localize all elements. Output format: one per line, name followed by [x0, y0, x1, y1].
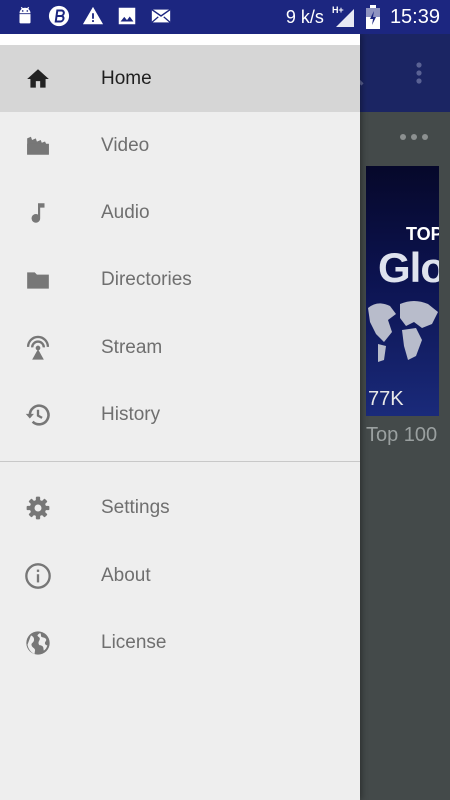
mail-icon [150, 5, 172, 27]
world-map-graphic [368, 301, 438, 362]
clock: 15:39 [389, 5, 440, 28]
nav-label-history: History [101, 404, 161, 425]
nav-label-home: Home [101, 68, 152, 89]
view-count: 77K [368, 388, 404, 410]
nav-label-settings: Settings [101, 497, 170, 518]
nav-item-license[interactable]: License [0, 609, 360, 676]
nav-label-video: Video [101, 135, 150, 156]
history-icon [24, 401, 52, 429]
video-icon [24, 132, 52, 160]
signal-icon: H+ [331, 5, 356, 29]
info-icon [24, 562, 52, 590]
warning-icon [82, 5, 104, 27]
drawer-divider [0, 461, 360, 462]
status-indicators: 9 k/s H+ 15:39 [276, 0, 440, 34]
nav-item-video[interactable]: Video [0, 112, 360, 179]
net-speed: 9 k/s [285, 6, 324, 27]
nav-item-home[interactable]: Home [0, 45, 360, 112]
nav-label-audio: Audio [101, 202, 150, 223]
card-more-icon[interactable] [400, 134, 433, 140]
home-icon [24, 65, 52, 93]
status-bar: 9 k/s H+ 15:39 [0, 0, 450, 34]
nav-item-history[interactable]: History [0, 381, 360, 448]
nav-item-stream[interactable]: Stream [0, 314, 360, 381]
nav-label-directories: Directories [101, 269, 192, 290]
thumbnail-text-top: TOP [406, 224, 439, 244]
image-icon [116, 5, 138, 27]
nav-label-license: License [101, 632, 167, 653]
nav-item-audio[interactable]: Audio [0, 179, 360, 246]
drawer-header-strip [0, 34, 360, 45]
folder-icon [24, 266, 52, 294]
stream-icon [24, 334, 52, 362]
globe-icon [24, 629, 52, 657]
notification-icons [14, 5, 184, 27]
nav-label-about: About [101, 565, 151, 586]
screen: 9 k/s H+ 15:39 TOP Glo 77K Top 100 Home … [0, 0, 450, 800]
battery-icon [365, 5, 380, 29]
nav-item-settings[interactable]: Settings [0, 474, 360, 541]
thumbnail-text-big: Glo [378, 244, 439, 291]
nav-item-about[interactable]: About [0, 542, 360, 609]
gear-icon [24, 494, 52, 522]
overflow-menu-icon[interactable] [408, 60, 430, 93]
b-app-icon [48, 5, 70, 27]
card-title[interactable]: Top 100 [366, 424, 437, 447]
navigation-drawer: Home Video Audio Directories Stream Hist… [0, 34, 360, 800]
network-type: H+ [331, 5, 344, 15]
nav-item-directories[interactable]: Directories [0, 246, 360, 313]
music-note-icon [24, 199, 52, 227]
nav-label-stream: Stream [101, 337, 163, 358]
video-thumbnail[interactable]: TOP Glo 77K [366, 166, 439, 416]
android-icon [14, 5, 36, 27]
